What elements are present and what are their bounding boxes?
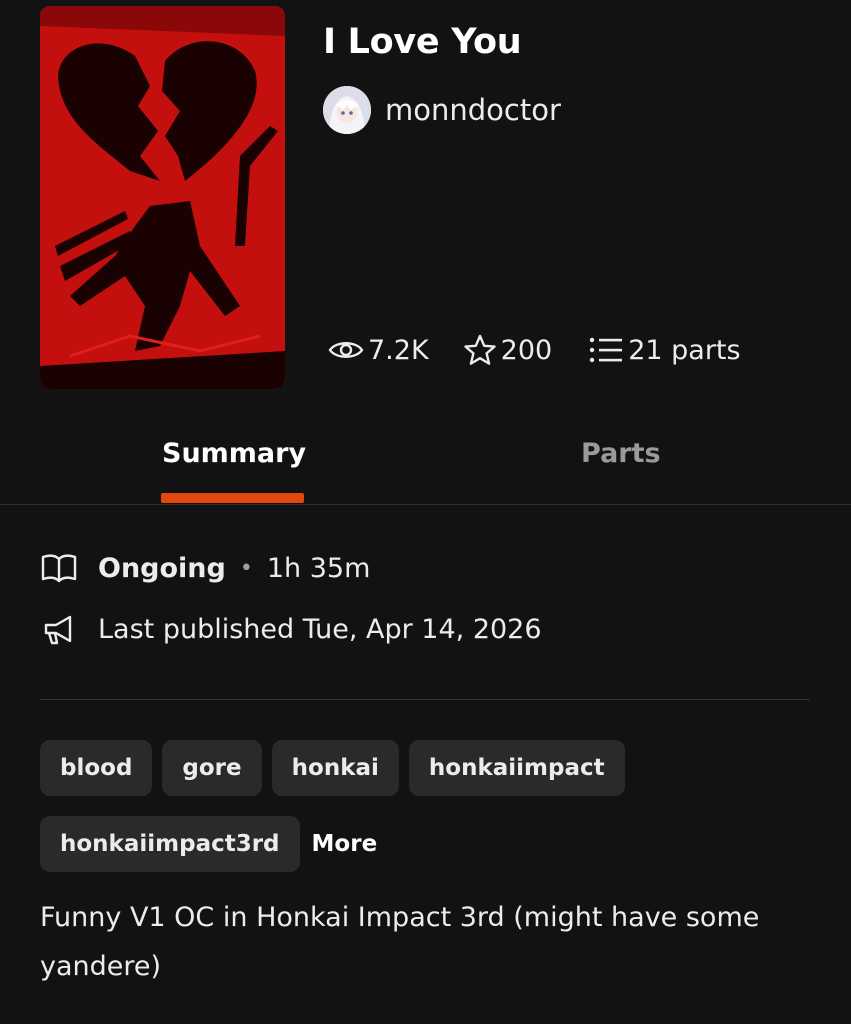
views-count: 7.2K [368, 334, 429, 366]
last-published-row: Last published Tue, Apr 14, 2026 [40, 613, 542, 645]
tag-row: blood gore honkai honkaiimpact [40, 740, 820, 796]
tab-summary[interactable]: Summary [162, 438, 306, 469]
more-tags-button[interactable]: More [312, 831, 378, 857]
story-status: Ongoing [98, 552, 226, 584]
megaphone-icon [44, 615, 72, 645]
author-link[interactable]: monndoctor [323, 86, 561, 134]
author-avatar[interactable] [323, 86, 371, 134]
author-name[interactable]: monndoctor [385, 93, 561, 127]
reading-time: 1h 35m [266, 552, 371, 584]
tag-blood[interactable]: blood [40, 740, 153, 796]
parts-count: 21 parts [628, 334, 741, 366]
book-open-icon [41, 554, 77, 583]
story-title: I Love You [323, 22, 522, 62]
tab-parts[interactable]: Parts [581, 438, 661, 469]
list-icon [590, 337, 623, 363]
story-status-row: Ongoing • 1h 35m [40, 552, 370, 584]
active-tab-indicator [161, 493, 304, 503]
story-tabs: Summary Parts [0, 420, 851, 505]
tag-gore[interactable]: gore [162, 740, 262, 796]
tag-honkai[interactable]: honkai [271, 740, 399, 796]
eye-icon [328, 342, 364, 358]
story-cover-image[interactable] [40, 6, 285, 389]
tag-list: blood gore honkai honkaiimpact honkaiimp… [40, 740, 820, 892]
story-description: Funny V1 OC in Honkai Impact 3rd (might … [40, 902, 760, 982]
star-icon [463, 334, 496, 365]
story-stats: 7.2K 200 21 parts [328, 334, 741, 366]
separator-dot: • [239, 555, 253, 581]
parts-stat: 21 parts [588, 334, 741, 366]
tag-honkaiimpact3rd[interactable]: honkaiimpact3rd [40, 816, 300, 872]
votes-stat: 200 [463, 334, 553, 366]
tag-honkaiimpact[interactable]: honkaiimpact [408, 740, 625, 796]
section-divider [40, 699, 810, 700]
votes-count: 200 [500, 334, 553, 366]
views-stat: 7.2K [328, 335, 429, 366]
last-published-text: Last published Tue, Apr 14, 2026 [98, 613, 542, 645]
tag-row: honkaiimpact3rd More [40, 816, 820, 872]
